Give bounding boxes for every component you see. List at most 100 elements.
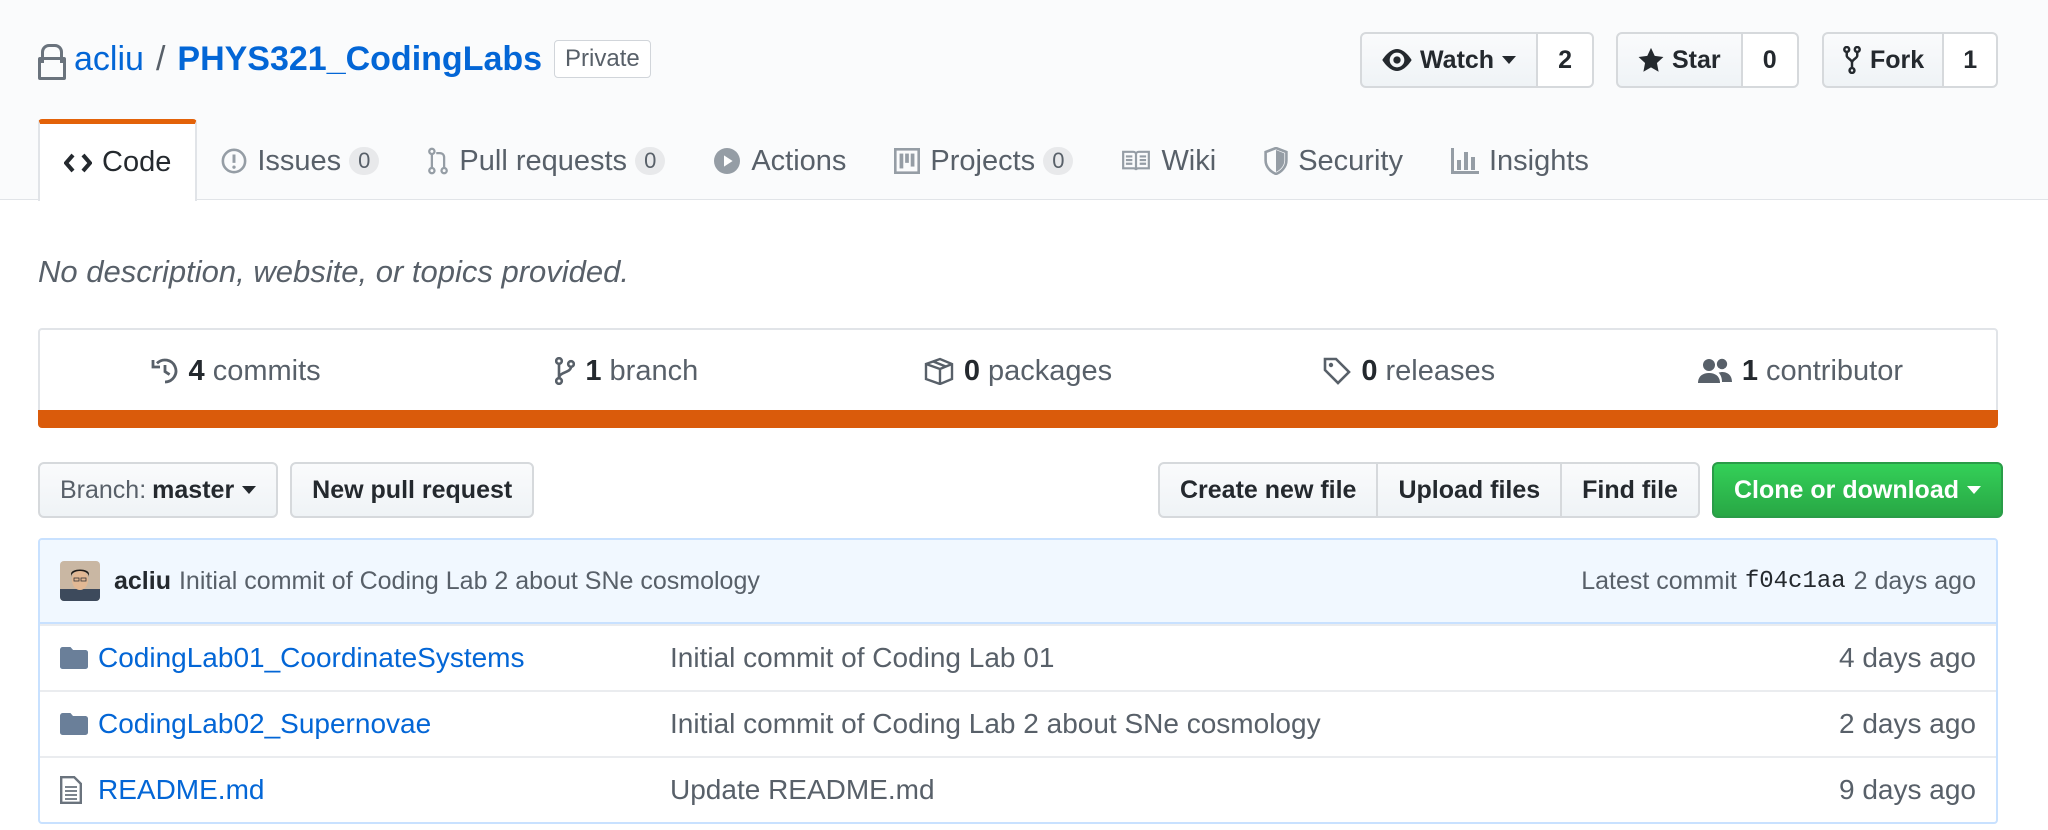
fork-count[interactable]: 1	[1944, 32, 1999, 88]
repo-name-link[interactable]: PHYS321_CodingLabs	[177, 40, 542, 79]
repo-title: acliu / PHYS321_CodingLabs Private	[38, 36, 651, 82]
latest-commit-prefix: Latest commit	[1581, 566, 1737, 595]
watch-group: Watch 2	[1360, 32, 1595, 88]
commits-count: 4	[188, 354, 205, 387]
play-icon	[714, 148, 741, 174]
branch-select-button[interactable]: Branch: master	[38, 462, 279, 518]
repo-header: acliu / PHYS321_CodingLabs Private Watch…	[0, 0, 2048, 201]
avatar[interactable]	[60, 561, 100, 601]
branches-count: 1	[585, 354, 602, 387]
package-icon	[924, 357, 954, 385]
history-icon	[151, 358, 177, 384]
code-icon	[64, 153, 92, 172]
star-count[interactable]: 0	[1742, 32, 1799, 88]
file-age: 9 days ago	[1839, 774, 1976, 805]
tab-issues[interactable]: Issues 0	[197, 122, 403, 200]
new-pull-request-button[interactable]: New pull request	[290, 462, 535, 518]
commits-link[interactable]: 4 commits	[40, 355, 431, 388]
tab-label: Issues	[257, 144, 342, 177]
watch-button[interactable]: Watch	[1360, 32, 1539, 88]
tab-insights[interactable]: Insights	[1427, 122, 1613, 200]
file-commit-message-link[interactable]: Update README.md	[670, 774, 1839, 806]
branch-nav: Branch: master New pull request	[38, 462, 535, 518]
star-icon	[1638, 47, 1664, 72]
commit-message-link[interactable]: Initial commit of Coding Lab 2 about SNe…	[179, 567, 760, 596]
tab-actions[interactable]: Actions	[689, 122, 870, 200]
file-age: 2 days ago	[1839, 708, 1976, 739]
branch-name: master	[152, 475, 235, 504]
branches-label: branch	[609, 354, 699, 387]
tag-icon	[1324, 357, 1352, 385]
chevron-down-icon	[1967, 486, 1981, 494]
file-name-link[interactable]: CodingLab02_Supernovae	[98, 708, 670, 740]
folder-icon	[60, 647, 90, 669]
tab-label: Security	[1298, 144, 1403, 177]
contributors-count: 1	[1741, 354, 1758, 387]
clone-nav: Clone or download	[1712, 462, 2003, 518]
table-row: CodingLab02_Supernovae Initial commit of…	[40, 690, 1996, 756]
tab-projects[interactable]: Projects 0	[870, 122, 1097, 200]
file-name-link[interactable]: CodingLab01_CoordinateSystems	[98, 642, 670, 674]
file-name-link[interactable]: README.md	[98, 774, 670, 806]
create-new-file-button[interactable]: Create new file	[1158, 462, 1379, 518]
numbers-summary: 4 commits 1 branch 0 packages 0 releases…	[38, 328, 1998, 428]
tab-code[interactable]: Code	[38, 119, 198, 201]
contributors-link[interactable]: 1 contributor	[1605, 355, 1996, 388]
commits-label: commits	[212, 354, 321, 387]
repo-owner-link[interactable]: acliu	[74, 40, 144, 79]
releases-count: 0	[1361, 354, 1378, 387]
watch-label: Watch	[1420, 45, 1495, 74]
branches-link[interactable]: 1 branch	[431, 355, 822, 388]
find-file-button[interactable]: Find file	[1560, 462, 1700, 518]
tab-counter: 0	[349, 147, 380, 175]
tab-wiki[interactable]: Wiki	[1097, 122, 1240, 200]
file-commit-message-link[interactable]: Initial commit of Coding Lab 01	[670, 642, 1839, 674]
commit-author-link[interactable]: acliu	[114, 567, 171, 596]
chevron-down-icon	[1502, 56, 1517, 64]
file-actions-group: Create new file Upload files Find file	[1158, 462, 1700, 518]
table-row: README.md Update README.md 9 days ago	[40, 756, 1996, 822]
lock-icon	[38, 44, 66, 80]
upload-files-button[interactable]: Upload files	[1376, 462, 1563, 518]
issue-icon	[221, 148, 247, 174]
eye-icon	[1382, 49, 1412, 71]
star-label: Star	[1672, 45, 1721, 74]
file-commit-message-link[interactable]: Initial commit of Coding Lab 2 about SNe…	[670, 708, 1839, 740]
tab-label: Insights	[1488, 144, 1589, 177]
graph-icon	[1450, 148, 1479, 174]
file-icon	[60, 776, 90, 804]
packages-label: packages	[988, 354, 1113, 387]
project-icon	[894, 148, 921, 174]
fork-icon	[1843, 46, 1861, 74]
tab-label: Actions	[751, 144, 847, 177]
repo-nav-tabs: Code Issues 0 Pull requests 0 Actions Pr…	[38, 119, 1613, 201]
shield-icon	[1264, 147, 1288, 175]
latest-commit-bar: acliu Initial commit of Coding Lab 2 abo…	[40, 540, 1996, 624]
contributors-label: contributor	[1765, 354, 1903, 387]
commit-age: 2 days ago	[1853, 566, 1976, 595]
releases-link[interactable]: 0 releases	[1214, 355, 1605, 388]
clone-or-download-button[interactable]: Clone or download	[1712, 462, 2003, 518]
tab-pull-requests[interactable]: Pull requests 0	[403, 122, 689, 200]
repo-description: No description, website, or topics provi…	[38, 254, 630, 289]
repo-path-separator: /	[155, 39, 166, 78]
star-button[interactable]: Star	[1616, 32, 1743, 88]
fork-group: Fork 1	[1822, 32, 1999, 88]
watch-count[interactable]: 2	[1538, 32, 1595, 88]
commit-sha-link[interactable]: f04c1aa	[1745, 568, 1846, 595]
tab-label: Code	[102, 146, 172, 178]
tab-security[interactable]: Security	[1240, 122, 1427, 200]
folder-icon	[60, 713, 90, 735]
chevron-down-icon	[242, 486, 257, 494]
fork-label: Fork	[1870, 45, 1925, 74]
private-label: Private	[554, 40, 651, 78]
releases-label: releases	[1385, 354, 1496, 387]
fork-button[interactable]: Fork	[1822, 32, 1945, 88]
clone-label: Clone or download	[1734, 475, 1959, 504]
branch-prefix: Branch:	[60, 475, 147, 504]
tab-counter: 0	[635, 147, 666, 175]
file-table: acliu Initial commit of Coding Lab 2 abo…	[38, 538, 1998, 824]
book-icon	[1122, 150, 1151, 171]
packages-link[interactable]: 0 packages	[822, 355, 1213, 388]
language-bar[interactable]	[38, 410, 1998, 428]
